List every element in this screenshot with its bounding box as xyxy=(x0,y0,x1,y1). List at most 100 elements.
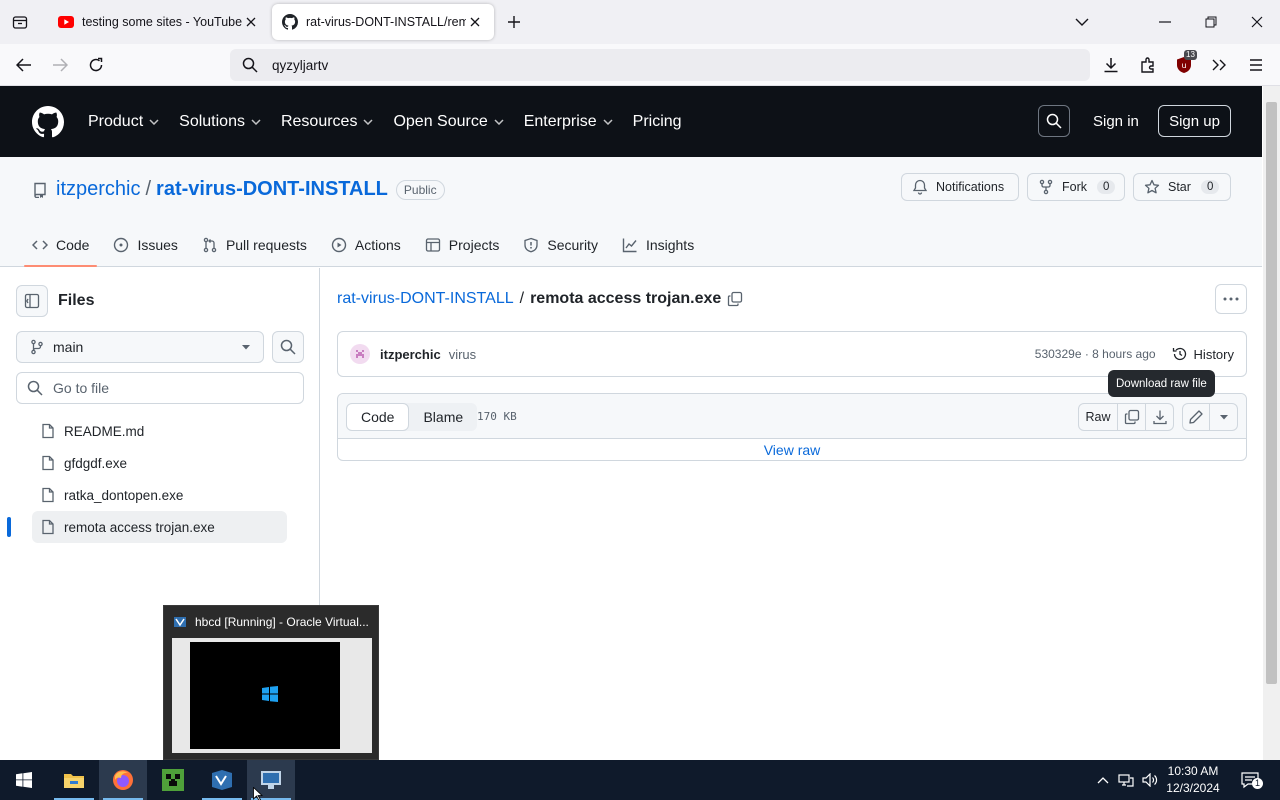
close-tab-icon[interactable] xyxy=(242,13,260,31)
taskbar-file-explorer[interactable] xyxy=(50,760,98,800)
file-item[interactable]: gfdgdf.exe xyxy=(0,447,320,479)
file-viewer: Code Blame 170 KB Raw View raw xyxy=(337,393,1247,461)
github-search-button[interactable] xyxy=(1038,105,1070,137)
tab-list-icon[interactable] xyxy=(8,10,32,34)
start-button[interactable] xyxy=(0,760,48,800)
tab-insights[interactable]: Insights xyxy=(622,227,694,263)
go-to-file-input[interactable]: Go to file xyxy=(16,372,304,404)
nav-open-source[interactable]: Open Source xyxy=(393,113,504,131)
notifications-button[interactable]: Notifications xyxy=(901,173,1019,201)
nav-enterprise[interactable]: Enterprise xyxy=(524,113,613,131)
browser-tab-youtube[interactable]: testing some sites - YouTube xyxy=(48,4,270,40)
tab-label: Insights xyxy=(645,237,695,253)
reload-icon[interactable] xyxy=(84,53,108,77)
virtualbox-icon xyxy=(210,769,234,791)
download-raw-button[interactable] xyxy=(1146,403,1174,431)
kebab-horizontal-icon xyxy=(1223,297,1239,301)
tab-issues[interactable]: Issues xyxy=(113,227,178,263)
branch-selector[interactable]: main xyxy=(16,331,264,363)
copy-raw-button[interactable] xyxy=(1118,403,1146,431)
taskbar-firefox[interactable] xyxy=(99,760,147,800)
fork-button[interactable]: Fork 0 xyxy=(1027,173,1125,201)
star-count: 0 xyxy=(1200,180,1220,194)
nav-solutions[interactable]: Solutions xyxy=(179,113,261,131)
ublock-icon[interactable]: u 13 xyxy=(1172,50,1197,77)
downloads-icon[interactable] xyxy=(1099,53,1123,77)
more-tools-icon[interactable] xyxy=(1207,53,1231,77)
pull-request-icon xyxy=(202,237,226,253)
minimize-icon[interactable] xyxy=(1153,10,1177,34)
edit-button[interactable] xyxy=(1182,403,1210,431)
back-icon[interactable] xyxy=(12,53,36,77)
taskbar-window-preview[interactable]: hbcd [Running] - Oracle Virtual... xyxy=(163,605,379,760)
history-label: History xyxy=(1193,346,1234,362)
collapse-sidebar-button[interactable] xyxy=(16,285,48,317)
browser-toolbar: qyzyljartv u 13 xyxy=(0,44,1280,86)
copy-path-icon[interactable] xyxy=(721,291,743,307)
tab-security[interactable]: Security xyxy=(523,227,598,263)
chevron-down-icon xyxy=(603,118,613,125)
tab-projects[interactable]: Projects xyxy=(425,227,499,263)
volume-icon[interactable] xyxy=(1140,770,1160,790)
file-item[interactable]: README.md xyxy=(0,415,320,447)
repo-name-link[interactable]: rat-virus-DONT-INSTALL xyxy=(156,178,388,201)
graph-icon xyxy=(622,237,646,253)
restore-icon[interactable] xyxy=(1199,10,1223,34)
commit-message[interactable]: virus xyxy=(449,347,1035,362)
repo-tabs: Code Issues Pull requests Actions Projec… xyxy=(23,227,718,267)
browser-tab-github[interactable]: rat-virus-DONT-INSTALL/remota access tro… xyxy=(272,4,494,40)
extensions-icon[interactable] xyxy=(1136,53,1160,77)
history-button[interactable]: History xyxy=(1172,346,1234,362)
file-viewer-header: Code Blame 170 KB Raw xyxy=(338,394,1246,439)
scrollbar-thumb[interactable] xyxy=(1266,102,1277,684)
taskbar-minecraft[interactable] xyxy=(149,760,197,800)
visibility-badge: Public xyxy=(395,179,445,200)
code-view-button[interactable]: Code xyxy=(346,403,410,431)
view-raw-link[interactable]: View raw xyxy=(764,442,821,458)
show-hidden-icons[interactable] xyxy=(1093,770,1113,790)
nav-label: Pricing xyxy=(632,112,682,130)
sign-in-link[interactable]: Sign in xyxy=(1093,113,1139,130)
tab-code[interactable]: Code xyxy=(23,227,99,267)
close-window-icon[interactable] xyxy=(1245,10,1269,34)
commit-author[interactable]: itzperchic xyxy=(380,347,441,362)
chevron-down-icon xyxy=(251,118,261,125)
address-bar[interactable]: qyzyljartv xyxy=(230,49,1090,81)
preview-thumbnail xyxy=(172,638,372,753)
forward-icon[interactable] xyxy=(48,53,72,77)
nav-resources[interactable]: Resources xyxy=(281,113,373,131)
blame-view-button[interactable]: Blame xyxy=(409,403,477,431)
menu-icon[interactable] xyxy=(1244,53,1268,77)
repo-owner-link[interactable]: itzperchic xyxy=(56,178,140,201)
chevron-down-icon xyxy=(149,118,159,125)
nav-pricing[interactable]: Pricing xyxy=(633,113,682,131)
network-icon[interactable] xyxy=(1116,770,1136,790)
taskbar-virtualbox-manager[interactable] xyxy=(198,760,246,800)
commit-meta[interactable]: 530329e · 8 hours ago xyxy=(1035,347,1156,361)
github-logo-icon[interactable] xyxy=(32,105,64,138)
avatar[interactable] xyxy=(350,344,370,364)
file-item[interactable]: ratka_dontopen.exe xyxy=(0,479,320,511)
system-clock[interactable]: 10:30 AM 12/3/2024 xyxy=(1163,763,1223,797)
new-tab-icon[interactable] xyxy=(504,12,524,32)
page-scrollbar[interactable] xyxy=(1263,86,1280,760)
pencil-icon xyxy=(1188,409,1204,425)
sign-up-button[interactable]: Sign up xyxy=(1158,105,1231,137)
raw-button[interactable]: Raw xyxy=(1078,403,1118,431)
file-item-selected[interactable]: remota access trojan.exe xyxy=(7,511,287,543)
file-name: ratka_dontopen.exe xyxy=(64,487,184,503)
nav-product[interactable]: Product xyxy=(88,113,159,131)
file-icon xyxy=(40,487,64,503)
tab-label: Security xyxy=(547,237,598,253)
close-tab-icon[interactable] xyxy=(466,13,484,31)
star-button[interactable]: Star 0 xyxy=(1133,173,1231,201)
list-all-tabs-icon[interactable] xyxy=(1070,10,1094,34)
breadcrumb-repo-link[interactable]: rat-virus-DONT-INSTALL xyxy=(337,290,514,308)
more-options-button[interactable] xyxy=(1215,284,1247,314)
tab-pull-requests[interactable]: Pull requests xyxy=(202,227,307,263)
action-center-icon[interactable]: 1 xyxy=(1238,770,1263,790)
tab-actions[interactable]: Actions xyxy=(331,227,401,263)
chevron-down-icon xyxy=(363,118,373,125)
edit-dropdown-button[interactable] xyxy=(1210,403,1238,431)
file-search-button[interactable] xyxy=(272,331,304,363)
